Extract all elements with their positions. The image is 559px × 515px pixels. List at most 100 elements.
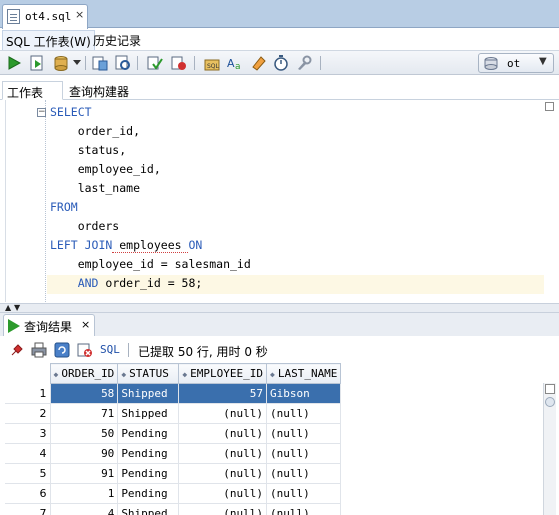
cell-order-id[interactable]: 71 <box>50 403 119 424</box>
code-line: order_id, <box>50 124 141 138</box>
cell-last-name[interactable]: (null) <box>266 403 342 424</box>
cell-last-name[interactable]: Gibson <box>266 383 342 404</box>
refresh-icon[interactable] <box>53 341 71 359</box>
tab-query-builder[interactable]: 查询构建器 <box>65 81 133 100</box>
cell-employee-id[interactable]: (null) <box>178 423 267 444</box>
close-icon[interactable]: × <box>75 8 84 21</box>
pin-icon[interactable] <box>8 341 26 359</box>
format-case-icon[interactable]: Aa <box>226 54 244 72</box>
cell-last-name[interactable]: (null) <box>266 503 342 515</box>
code-line: status, <box>50 143 127 157</box>
explain-plan-icon[interactable] <box>91 54 109 72</box>
row-number: 3 <box>5 423 51 444</box>
results-tab-label: 查询结果 <box>24 320 73 334</box>
fold-toggle-icon[interactable]: − <box>37 108 46 117</box>
cell-status[interactable]: Pending <box>117 463 180 484</box>
cell-employee-id[interactable]: (null) <box>178 443 267 464</box>
row-number: 7 <box>5 503 51 515</box>
cell-last-name[interactable]: (null) <box>266 483 342 504</box>
row-number-header <box>5 363 50 384</box>
cell-order-id[interactable]: 4 <box>50 503 119 515</box>
file-tab-label: ot4.sql <box>25 10 72 23</box>
column-header-employee-id[interactable]: ◆ EMPLOYEE_ID <box>178 363 267 384</box>
cell-last-name[interactable]: (null) <box>266 463 342 484</box>
connection-select[interactable]: ot ▼ <box>478 53 554 73</box>
pane-splitter[interactable]: ▲ ▼ <box>0 303 559 313</box>
table-row[interactable]: 1 58 Shipped 57 Gibson <box>5 383 342 404</box>
file-tab-ot4[interactable]: ot4.sql × <box>2 4 88 29</box>
toolbar-divider <box>137 56 138 70</box>
scrollbar-thumb[interactable] <box>545 397 555 407</box>
tab-query-results[interactable]: 查询结果 × <box>3 314 95 336</box>
sql-tuning-icon[interactable] <box>114 54 132 72</box>
sql-history-icon[interactable]: SQL <box>203 54 221 72</box>
tab-history[interactable]: 历史记录 <box>90 30 144 50</box>
rollback-icon[interactable] <box>170 54 188 72</box>
column-header-last-name[interactable]: ◆ LAST_NAME <box>265 363 342 384</box>
code-line: last_name <box>50 181 141 195</box>
chevron-down-icon[interactable] <box>72 54 82 72</box>
sql-editor[interactable]: − SELECT order_id, status, employee_id, … <box>5 100 544 302</box>
cell-order-id[interactable]: 50 <box>50 423 119 444</box>
toolbar-divider <box>85 56 86 70</box>
cell-employee-id[interactable]: 57 <box>178 383 267 404</box>
toolbar-divider <box>128 343 129 357</box>
clear-eraser-icon[interactable] <box>249 54 267 72</box>
table-row[interactable]: 6 1 Pending (null) (null) <box>5 483 342 504</box>
code-line: LEFT JOIN employees ON <box>50 238 203 253</box>
toolbar-divider <box>320 56 321 70</box>
cell-employee-id[interactable]: (null) <box>178 503 267 515</box>
grid-scrollbar[interactable] <box>543 383 556 515</box>
cell-employee-id[interactable]: (null) <box>178 463 267 484</box>
table-row[interactable]: 3 50 Pending (null) (null) <box>5 423 342 444</box>
table-row[interactable]: 4 90 Pending (null) (null) <box>5 443 342 464</box>
run-statement-icon[interactable] <box>5 54 23 72</box>
collapse-down-icon[interactable]: ▼ <box>14 303 20 312</box>
autotrace-icon[interactable] <box>52 54 70 72</box>
row-number: 4 <box>5 443 51 464</box>
cell-order-id[interactable]: 58 <box>50 383 119 404</box>
table-row[interactable]: 7 4 Shipped (null) (null) <box>5 503 342 515</box>
cell-status[interactable]: Shipped <box>117 383 180 404</box>
print-icon[interactable] <box>30 341 48 359</box>
results-tab-strip: 查询结果 × <box>0 313 559 336</box>
table-row[interactable]: 2 71 Shipped (null) (null) <box>5 403 342 424</box>
sort-icon: ◆ <box>53 370 59 379</box>
collapse-up-icon[interactable]: ▲ <box>5 303 11 312</box>
tools-icon[interactable] <box>295 54 313 72</box>
cell-status[interactable]: Shipped <box>117 503 180 515</box>
results-toolbar: SQL 已提取 50 行, 用时 0 秒 <box>0 337 559 363</box>
column-header-status[interactable]: ◆ STATUS <box>117 363 180 384</box>
tab-worksheet[interactable]: 工作表 <box>2 81 63 100</box>
sort-icon: ◆ <box>270 370 275 379</box>
scrollbar-corner <box>545 384 555 394</box>
editor-tabs: 工作表 查询构建器 <box>0 79 559 100</box>
cell-order-id[interactable]: 91 <box>50 463 119 484</box>
cell-status[interactable]: Shipped <box>117 403 180 424</box>
monitor-sql-icon[interactable] <box>272 54 290 72</box>
commit-icon[interactable] <box>146 54 164 72</box>
cell-last-name[interactable]: (null) <box>266 443 342 464</box>
tab-sql-worksheet[interactable]: SQL 工作表(W) <box>2 30 95 50</box>
editor-scrollbar[interactable] <box>545 102 554 111</box>
cancel-query-icon[interactable] <box>76 341 94 359</box>
run-script-icon[interactable] <box>28 54 46 72</box>
cell-order-id[interactable]: 1 <box>50 483 119 504</box>
svg-text:a: a <box>235 62 241 71</box>
cell-employee-id[interactable]: (null) <box>178 483 267 504</box>
connection-label: ot <box>507 57 521 70</box>
cell-last-name[interactable]: (null) <box>266 423 342 444</box>
close-icon[interactable]: × <box>81 318 90 331</box>
table-row[interactable]: 5 91 Pending (null) (null) <box>5 463 342 484</box>
cell-status[interactable]: Pending <box>117 443 180 464</box>
cell-status[interactable]: Pending <box>117 483 180 504</box>
cell-employee-id[interactable]: (null) <box>178 403 267 424</box>
sort-icon: ◆ <box>182 370 188 379</box>
sql-button[interactable]: SQL <box>100 343 120 356</box>
results-grid[interactable]: ◆ ORDER_ID ◆ STATUS ◆ EMPLOYEE_ID ◆ LAST_NAM… <box>5 363 542 515</box>
row-number: 6 <box>5 483 51 504</box>
column-header-order-id[interactable]: ◆ ORDER_ID <box>49 363 119 384</box>
cell-status[interactable]: Pending <box>117 423 180 444</box>
toolbar-divider <box>194 56 195 70</box>
cell-order-id[interactable]: 90 <box>50 443 119 464</box>
